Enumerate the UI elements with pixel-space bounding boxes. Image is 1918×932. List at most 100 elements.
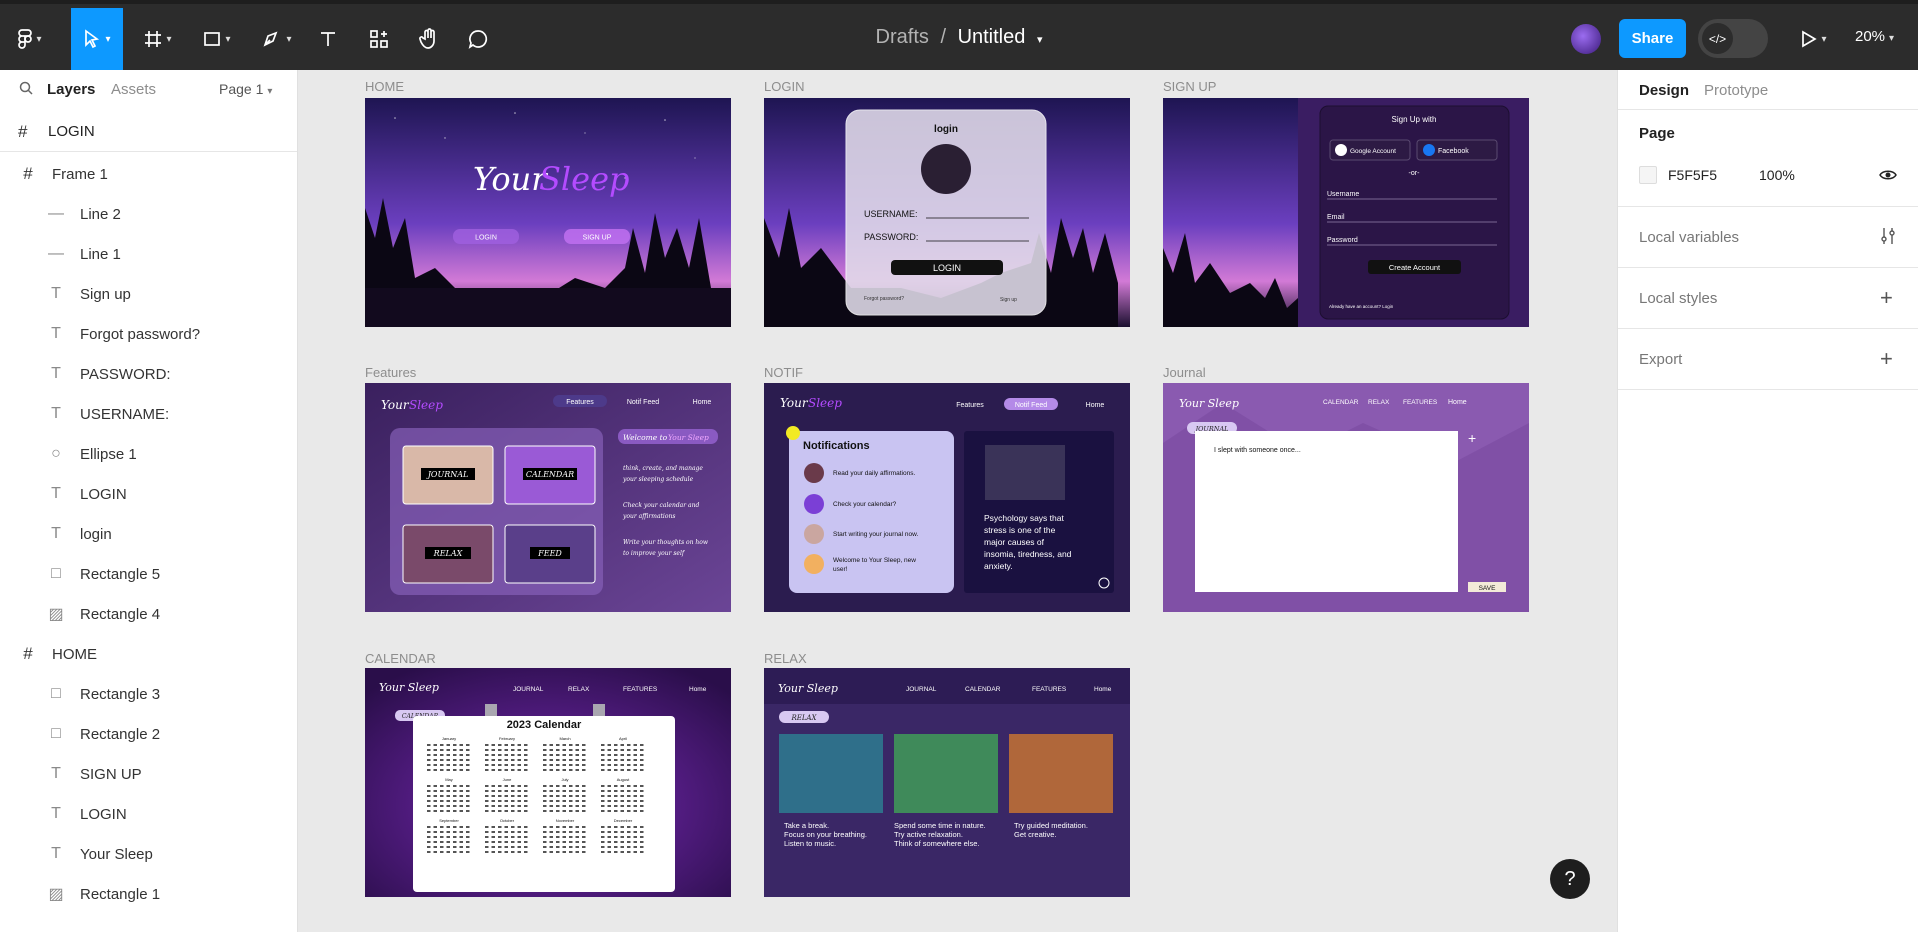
features-nav-features[interactable]: Features [566,399,594,406]
notif-nav-feed[interactable]: Notif Feed [1015,402,1047,409]
page-opacity-value[interactable]: 100% [1759,167,1795,183]
frame-relax[interactable]: Your Sleep JOURNAL CALENDAR FEATURES Hom… [764,668,1130,897]
frame-tool-button[interactable]: ▾ [138,18,178,60]
layer-item[interactable]: T Forgot password? [0,314,297,354]
layer-frame[interactable]: # HOME [0,634,297,674]
journal-add-icon[interactable]: + [1468,430,1476,446]
journal-nav-home[interactable]: Home [1448,399,1467,406]
calendar-nav-journal[interactable]: JOURNAL [513,686,544,693]
share-button[interactable]: Share [1619,19,1686,58]
frame-label-features[interactable]: Features [365,365,416,380]
layer-item[interactable]: — Line 1 [0,234,297,274]
features-nav-home[interactable]: Home [693,399,712,406]
notif-item-1[interactable]: Read your daily affirmations. [833,470,915,477]
file-name[interactable]: Untitled [958,26,1026,48]
frame-home[interactable]: Your Sleep LOGIN SIGN UP [365,98,731,327]
notif-nav-features[interactable]: Features [956,402,984,409]
frame-journal[interactable]: Your Sleep CALENDAR RELAX FEATURES Home … [1163,383,1529,612]
frame-label-calendar[interactable]: CALENDAR [365,651,436,666]
features-nav-notif[interactable]: Notif Feed [627,399,659,406]
shape-tool-button[interactable]: ▾ [196,18,238,60]
add-export-icon[interactable]: + [1880,346,1893,372]
features-card-relax[interactable]: RELAX [433,549,463,558]
layer-item[interactable]: T PASSWORD: [0,354,297,394]
layer-frame-login-header[interactable]: # LOGIN [0,112,297,152]
login-signup-link[interactable]: Sign up [1000,297,1017,303]
frame-label-relax[interactable]: RELAX [764,651,807,666]
relax-nav-journal[interactable]: JOURNAL [906,686,937,693]
signup-password[interactable]: Password [1327,237,1358,244]
calendar-nav-features[interactable]: FEATURES [623,686,658,693]
features-card-feed[interactable]: FEED [537,549,562,558]
eye-icon[interactable] [1879,168,1897,187]
layer-item[interactable]: T Sign up [0,274,297,314]
relax-nav-features[interactable]: FEATURES [1032,686,1067,693]
journal-nav-relax[interactable]: RELAX [1368,399,1390,406]
hand-tool-button[interactable] [414,18,444,60]
layer-item[interactable]: □ Rectangle 3 [0,674,297,714]
relax-image-1[interactable] [779,734,883,813]
signup-email[interactable]: Email [1327,214,1345,221]
tab-assets[interactable]: Assets [111,81,156,98]
journal-nav-features[interactable]: FEATURES [1403,399,1438,406]
layer-item[interactable]: T Your Sleep [0,834,297,874]
frame-label-home[interactable]: HOME [365,79,404,94]
features-card-journal[interactable]: JOURNAL [426,470,469,479]
login-forgot-link[interactable]: Forgot password? [864,296,904,302]
canvas[interactable]: HOME Your Sleep LOGIN SIGN UP LOGIN logi… [298,70,1617,932]
notif-nav-home[interactable]: Home [1086,402,1105,409]
frame-label-notif[interactable]: NOTIF [764,365,803,380]
move-tool-button[interactable]: ▾ [71,8,123,70]
notif-item-2[interactable]: Check your calendar? [833,501,897,508]
layer-item[interactable]: Tlogin [0,514,297,554]
help-button[interactable]: ? [1550,859,1590,899]
zoom-menu[interactable]: 20% ▾ [1855,28,1894,45]
page-selector[interactable]: Page 1 ▾ [219,81,272,97]
calendar-nav-home[interactable]: Home [689,686,707,693]
signup-footer[interactable]: Already have an account? Login [1329,304,1394,309]
main-menu-button[interactable]: ▾ [8,18,52,60]
tab-design[interactable]: Design [1639,82,1689,99]
relax-image-2[interactable] [894,734,998,813]
layer-item[interactable]: T USERNAME: [0,394,297,434]
layer-item[interactable]: T LOGIN [0,474,297,514]
text-tool-button[interactable] [313,18,343,60]
journal-editor[interactable] [1195,431,1458,592]
notif-item-4[interactable]: Welcome to Your Sleep, new [833,557,916,564]
calendar-sheet[interactable] [413,716,675,892]
frame-label-login[interactable]: LOGIN [764,79,804,94]
pen-tool-button[interactable]: ▾ [256,18,298,60]
layer-item[interactable]: □ Rectangle 5 [0,554,297,594]
comment-tool-button[interactable] [463,18,493,60]
add-style-icon[interactable]: + [1880,285,1893,311]
dev-mode-toggle[interactable]: </> [1698,19,1768,58]
tab-prototype[interactable]: Prototype [1704,82,1768,99]
layer-frame[interactable]: # Frame 1 [0,154,297,194]
frame-label-signup[interactable]: SIGN UP [1163,79,1216,94]
variables-icon[interactable] [1880,227,1896,250]
avatar[interactable] [1571,24,1601,54]
layer-item[interactable]: T LOGIN [0,794,297,834]
layer-item[interactable]: □ Rectangle 2 [0,714,297,754]
frame-login[interactable]: login USERNAME: PASSWORD: LOGIN Forgot p… [764,98,1130,327]
frame-label-journal[interactable]: Journal [1163,365,1206,380]
relax-nav-home[interactable]: Home [1094,686,1112,693]
frame-notif[interactable]: Your Sleep Features Notif Feed Home Noti… [764,383,1130,612]
layer-item[interactable]: ▨ Rectangle 4 [0,594,297,634]
frame-features[interactable]: Your Sleep Features Notif Feed Home JOUR… [365,383,731,612]
page-color-value[interactable]: F5F5F5 [1668,167,1717,183]
layer-item[interactable]: ○ Ellipse 1 [0,434,297,474]
tab-layers[interactable]: Layers [47,81,95,98]
breadcrumb-parent[interactable]: Drafts [876,26,929,48]
relax-image-3[interactable] [1009,734,1113,813]
page-color-swatch[interactable] [1639,166,1657,184]
layer-item[interactable]: — Line 2 [0,194,297,234]
relax-nav-calendar[interactable]: CALENDAR [965,686,1001,693]
frame-calendar[interactable]: Your Sleep JOURNAL RELAX FEATURES Home C… [365,668,731,897]
features-card-calendar[interactable]: CALENDAR [526,470,574,479]
calendar-nav-relax[interactable]: RELAX [568,686,590,693]
layer-item[interactable]: T SIGN UP [0,754,297,794]
frame-signup[interactable]: Sign Up with Google Account Facebook -or… [1163,98,1529,327]
present-button[interactable]: ▾ [1795,18,1833,60]
search-icon[interactable] [19,81,33,99]
